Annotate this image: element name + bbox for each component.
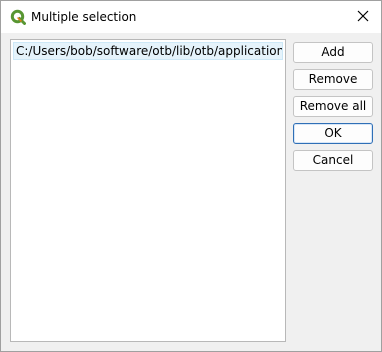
window-title: Multiple selection [31,10,137,24]
list-item[interactable]: C:/Users/bob/software/otb/lib/otb/applic… [13,42,283,60]
close-icon [357,10,369,25]
multiple-selection-dialog: Multiple selection C:/Users/bob/software… [0,0,382,352]
qgis-logo-icon [10,9,26,25]
add-button[interactable]: Add [293,42,373,63]
ok-button[interactable]: OK [293,123,373,144]
remove-button[interactable]: Remove [293,69,373,90]
dialog-body: C:/Users/bob/software/otb/lib/otb/applic… [1,33,381,351]
close-button[interactable] [345,1,381,33]
cancel-button[interactable]: Cancel [293,150,373,171]
remove-all-button[interactable]: Remove all [293,96,373,117]
title-bar[interactable]: Multiple selection [1,1,381,33]
selection-list[interactable]: C:/Users/bob/software/otb/lib/otb/applic… [10,39,286,342]
